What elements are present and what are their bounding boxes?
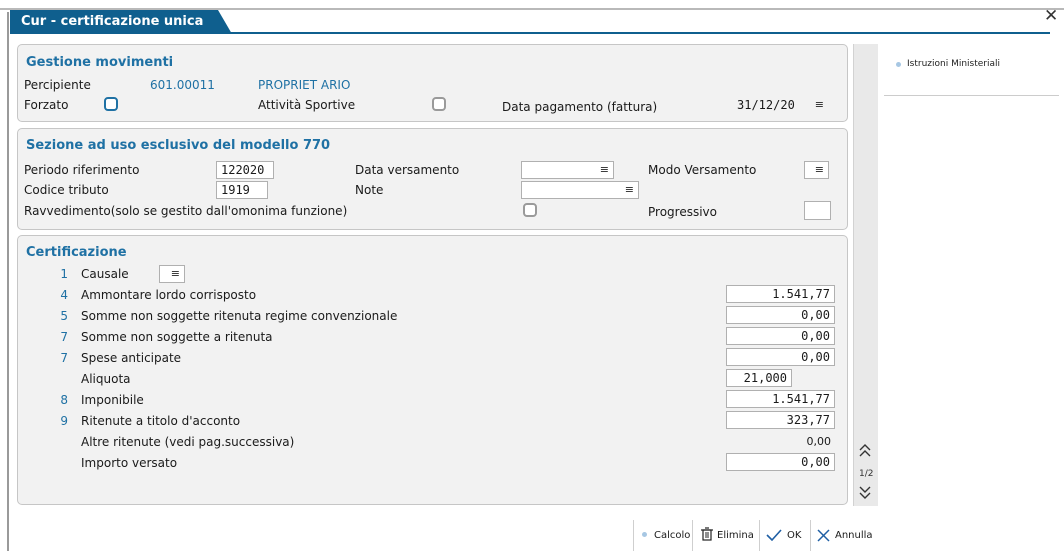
check-icon	[766, 529, 782, 544]
vertical-scrollbar[interactable]	[853, 44, 878, 506]
data-pagamento-value: 31/12/20	[737, 98, 795, 112]
data-pagamento-label: Data pagamento (fattura)	[502, 100, 658, 114]
calcolo-label: Calcolo	[654, 530, 691, 541]
percipiente-name[interactable]: PROPRIET ARIO	[258, 78, 350, 92]
menu-icon[interactable]: ≡	[815, 163, 824, 176]
row-number: 9	[60, 414, 68, 428]
window-tab[interactable]: Cur - certificazione unica	[10, 10, 232, 34]
codice-tributo-field[interactable]: 1919	[216, 181, 268, 199]
data-versamento-label: Data versamento	[355, 163, 460, 177]
section-title: Gestione movimenti	[26, 55, 174, 70]
codice-tributo-label: Codice tributo	[24, 183, 109, 197]
row-number: 5	[60, 309, 68, 323]
row-number: 4	[60, 288, 68, 302]
istruzioni-ministeriali-link[interactable]: Istruzioni Ministeriali	[907, 59, 1000, 69]
progressivo-field[interactable]	[804, 201, 831, 220]
close-window-icon[interactable]: ✕	[1044, 6, 1058, 26]
somme-non-soggette-field[interactable]: 0,00	[726, 327, 835, 345]
chevron-double-down-icon[interactable]	[859, 485, 871, 503]
section-gestione-movimenti: Gestione movimenti Percipiente 601.00011…	[17, 44, 848, 122]
attivita-sportive-label: Attività Sportive	[258, 98, 356, 112]
percipiente-code[interactable]: 601.00011	[150, 78, 215, 92]
causale-select[interactable]: ≡	[159, 265, 185, 283]
progressivo-label: Progressivo	[648, 205, 717, 219]
row-label: Imponibile	[81, 393, 144, 407]
elimina-label: Elimina	[717, 530, 754, 541]
row-number: 8	[60, 393, 68, 407]
altre-ritenute-value: 0,00	[806, 435, 832, 448]
aliquota-field[interactable]: 21,000	[726, 369, 792, 387]
section-certificazione: Certificazione 1 Causale ≡ 4 Ammontare l…	[17, 235, 848, 505]
attivita-sportive-checkbox[interactable]	[432, 97, 446, 111]
ammontare-lordo-field[interactable]: 1.541,77	[726, 285, 835, 303]
annulla-label: Annulla	[835, 530, 873, 541]
calendar-menu-icon[interactable]: ≡	[815, 98, 824, 111]
menu-icon[interactable]: ≡	[625, 183, 634, 196]
row-label: Ritenute a titolo d'acconto	[81, 414, 241, 428]
ok-button[interactable]: OK	[759, 520, 810, 551]
row-label: Ammontare lordo corrisposto	[81, 288, 257, 302]
causale-label: Causale	[81, 267, 129, 281]
side-panel	[884, 44, 1059, 96]
row-label: Somme non soggette a ritenuta	[81, 330, 273, 344]
forzato-checkbox[interactable]	[104, 97, 118, 111]
note-label: Note	[355, 183, 384, 197]
section-modello-770: Sezione ad uso esclusivo del modello 770…	[17, 128, 848, 230]
annulla-button[interactable]: Annulla	[810, 520, 877, 551]
data-versamento-field[interactable]: ≡	[521, 161, 614, 179]
data-pagamento-field[interactable]: 31/12/20 ≡	[733, 97, 828, 115]
somme-regime-convenzionale-field[interactable]: 0,00	[726, 306, 835, 324]
trash-icon	[701, 527, 713, 544]
row-label: Aliquota	[81, 372, 131, 386]
spese-anticipate-field[interactable]: 0,00	[726, 348, 835, 366]
causale-number: 1	[60, 267, 68, 281]
periodo-riferimento-field[interactable]: 122020	[216, 161, 274, 179]
ravvedimento-checkbox[interactable]	[523, 203, 537, 217]
row-label: Somme non soggette ritenuta regime conve…	[81, 309, 398, 323]
elimina-button[interactable]: Elimina	[692, 520, 759, 551]
row-number: 7	[60, 330, 68, 344]
ravvedimento-label: Ravvedimento(solo se gestito dall'omonim…	[24, 204, 348, 218]
row-label: Importo versato	[81, 456, 178, 470]
importo-versato-field[interactable]: 0,00	[726, 453, 835, 471]
percipiente-label: Percipiente	[24, 78, 91, 92]
section-title: Sezione ad uso esclusivo del modello 770	[26, 138, 331, 153]
modo-versamento-select[interactable]: ≡	[804, 161, 829, 179]
window-title: Cur - certificazione unica	[21, 14, 204, 29]
modo-versamento-label: Modo Versamento	[648, 163, 757, 177]
ok-label: OK	[787, 530, 802, 541]
menu-icon[interactable]: ≡	[600, 163, 609, 176]
row-label: Spese anticipate	[81, 351, 182, 365]
section-title: Certificazione	[26, 245, 127, 260]
dot-icon	[642, 532, 647, 537]
forzato-label: Forzato	[24, 98, 69, 112]
close-icon	[817, 529, 830, 545]
periodo-riferimento-label: Periodo riferimento	[24, 163, 140, 177]
left-border	[7, 12, 9, 551]
dot-icon	[896, 62, 901, 67]
menu-icon[interactable]: ≡	[171, 267, 180, 280]
imponibile-field[interactable]: 1.541,77	[726, 390, 835, 408]
row-label: Altre ritenute (vedi pag.successiva)	[81, 435, 295, 449]
calcolo-button[interactable]: Calcolo	[633, 520, 692, 551]
ritenute-acconto-field[interactable]: 323,77	[726, 411, 835, 429]
page-indicator: 1/2	[859, 469, 874, 479]
note-field[interactable]: ≡	[521, 181, 639, 199]
row-number: 7	[60, 351, 68, 365]
chevron-double-up-icon[interactable]	[859, 444, 871, 462]
